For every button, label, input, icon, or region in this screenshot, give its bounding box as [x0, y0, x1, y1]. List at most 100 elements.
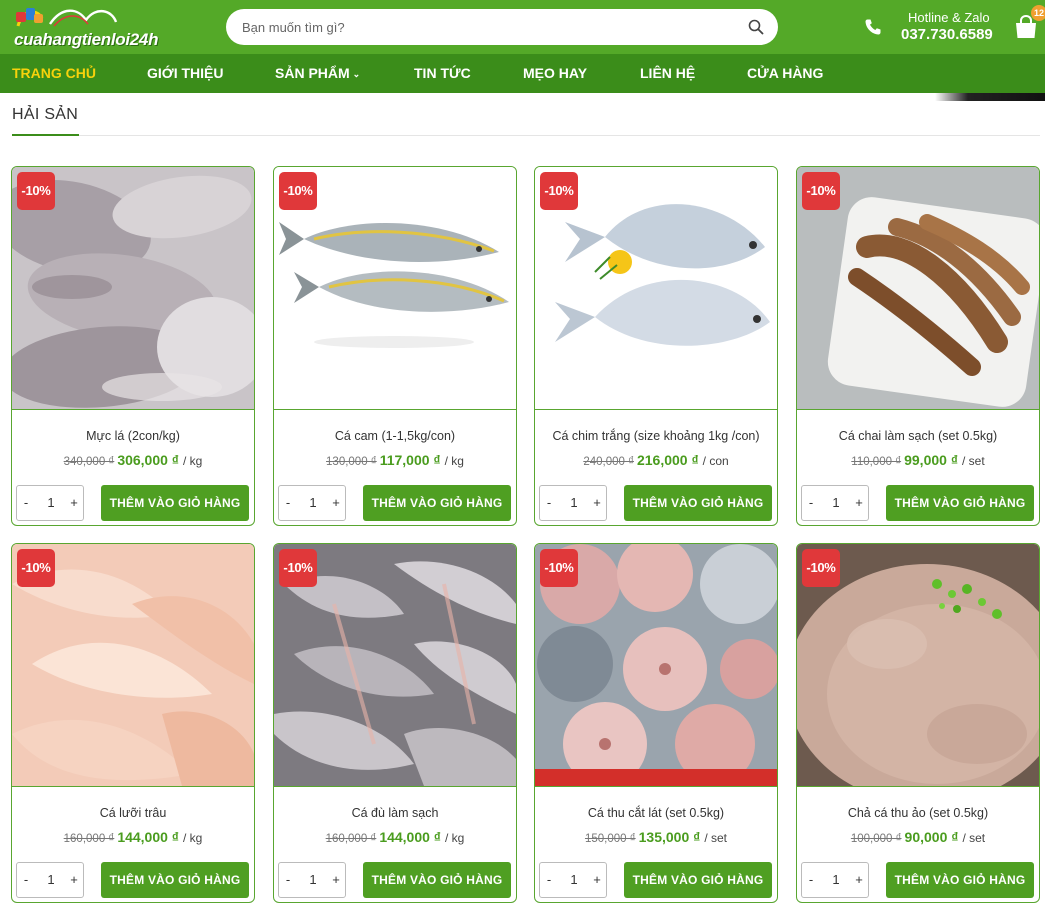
quantity-stepper: -1 +	[278, 485, 346, 521]
qty-decrease-button[interactable]: -	[802, 486, 820, 520]
cart-count-badge: 12	[1031, 5, 1045, 21]
quantity-stepper: -1 +	[16, 485, 84, 521]
product-card[interactable]: -10% Cá cam (1-1,5kg/con) 130,000 ₫ 117,0…	[273, 166, 517, 526]
add-to-cart-button[interactable]: THÊM VÀO GIỎ HÀNG	[886, 485, 1034, 521]
qty-value[interactable]: 1	[39, 486, 63, 520]
qty-decrease-button[interactable]: -	[279, 863, 297, 897]
product-name[interactable]: Cá cam (1-1,5kg/con)	[274, 429, 516, 443]
chevron-down-icon: ⌄	[352, 69, 361, 79]
card-divider	[274, 786, 516, 787]
hotline-label: Hotline & Zalo	[908, 10, 990, 25]
price-row: 130,000 ₫ 117,000 ₫ / kg	[274, 452, 516, 470]
qty-decrease-button[interactable]: -	[802, 863, 820, 897]
qty-increase-button[interactable]: +	[850, 486, 868, 520]
qty-decrease-button[interactable]: -	[540, 863, 558, 897]
product-name[interactable]: Chả cá thu ảo (set 0.5kg)	[797, 806, 1039, 820]
add-to-cart-button[interactable]: THÊM VÀO GIỎ HÀNG	[101, 485, 249, 521]
price-row: 240,000 ₫ 216,000 ₫ / con	[535, 452, 777, 470]
add-to-cart-button[interactable]: THÊM VÀO GIỎ HÀNG	[624, 485, 772, 521]
qty-value[interactable]: 1	[562, 863, 586, 897]
nav-item-contact[interactable]: LIÊN HỆ	[640, 54, 695, 93]
old-price: 160,000 ₫	[325, 833, 377, 845]
section-divider	[12, 135, 1040, 136]
product-card[interactable]: -10% Cá đù làm sạch 160,000 ₫ 144,000 ₫ / …	[273, 543, 517, 903]
price-unit: / kg	[445, 831, 465, 845]
qty-increase-button[interactable]: +	[588, 486, 606, 520]
nav-item-home[interactable]: TRANG CHỦ	[12, 54, 96, 93]
nav-item-news[interactable]: TIN TỨC	[414, 54, 471, 93]
section-title-underline	[12, 134, 79, 136]
qty-value[interactable]: 1	[301, 486, 325, 520]
price-unit: / kg	[183, 454, 203, 468]
add-to-cart-button[interactable]: THÊM VÀO GIỎ HÀNG	[363, 485, 511, 521]
qty-value[interactable]: 1	[39, 863, 63, 897]
product-name[interactable]: Cá chim trắng (size khoảng 1kg /con)	[535, 429, 777, 443]
qty-decrease-button[interactable]: -	[279, 486, 297, 520]
product-name[interactable]: Mực lá (2con/kg)	[12, 429, 254, 443]
quantity-stepper: -1 +	[801, 485, 869, 521]
qty-increase-button[interactable]: +	[588, 863, 606, 897]
qty-value[interactable]: 1	[824, 486, 848, 520]
site-logo[interactable]: cuahangtienloi24h	[12, 4, 172, 52]
qty-increase-button[interactable]: +	[850, 863, 868, 897]
sale-price: 144,000 ₫	[379, 829, 441, 845]
nav-item-store[interactable]: CỬA HÀNG	[747, 54, 823, 93]
product-card[interactable]: -10% Cá chai làm sạch (set 0.5kg) 110,00…	[796, 166, 1040, 526]
qty-decrease-button[interactable]: -	[17, 863, 35, 897]
discount-badge: -10%	[17, 549, 55, 587]
phone-icon[interactable]	[864, 18, 882, 36]
card-divider	[797, 786, 1039, 787]
old-price: 240,000 ₫	[583, 456, 634, 468]
add-to-cart-button[interactable]: THÊM VÀO GIỎ HÀNG	[624, 862, 772, 898]
price-row: 160,000 ₫ 144,000 ₫ / kg	[12, 829, 254, 847]
qty-decrease-button[interactable]: -	[540, 486, 558, 520]
product-name[interactable]: Cá lưỡi trâu	[12, 806, 254, 820]
nav-item-tips[interactable]: MẸO HAY	[523, 54, 587, 93]
product-name[interactable]: Cá thu cắt lát (set 0.5kg)	[535, 806, 777, 820]
price-row: 100,000 ₫ 90,000 ₫ / set	[797, 829, 1039, 847]
product-name[interactable]: Cá chai làm sạch (set 0.5kg)	[797, 429, 1039, 443]
qty-decrease-button[interactable]: -	[17, 486, 35, 520]
discount-badge: -10%	[17, 172, 55, 210]
nav-label: SẢN PHẨM	[275, 65, 350, 81]
logo-text: cuahangtienloi24h	[14, 30, 159, 49]
qty-increase-button[interactable]: +	[327, 863, 345, 897]
product-card[interactable]: -10% Cá lưỡi trâu 160,000 ₫ 144,000 ₫ / kg…	[11, 543, 255, 903]
qty-value[interactable]: 1	[301, 863, 325, 897]
qty-increase-button[interactable]: +	[65, 486, 83, 520]
nav-label: CỬA HÀNG	[747, 65, 824, 81]
card-divider	[274, 409, 516, 410]
price-unit: / kg	[444, 454, 464, 468]
qty-increase-button[interactable]: +	[327, 486, 345, 520]
sale-price: 99,000 ₫	[904, 452, 959, 468]
price-row: 150,000 ₫ 135,000 ₫ / set	[535, 829, 777, 847]
nav-item-about[interactable]: GIỚI THIỆU	[147, 54, 224, 93]
old-price: 160,000 ₫	[63, 833, 115, 845]
price-row: 110,000 ₫ 99,000 ₫ / set	[797, 452, 1039, 470]
add-to-cart-button[interactable]: THÊM VÀO GIỎ HÀNG	[101, 862, 249, 898]
add-to-cart-button[interactable]: THÊM VÀO GIỎ HÀNG	[886, 862, 1034, 898]
price-unit: / set	[962, 831, 986, 845]
product-card[interactable]: -10% Mực lá (2con/kg) 340,000 ₫ 306,000 ₫…	[11, 166, 255, 526]
sale-price: 216,000 ₫	[636, 452, 699, 468]
qty-value[interactable]: 1	[824, 863, 848, 897]
price-row: 340,000 ₫ 306,000 ₫ / kg	[12, 452, 254, 470]
old-price: 110,000 ₫	[851, 456, 902, 468]
product-card[interactable]: -10% Cá chim trắng (size khoảng 1kg /con…	[534, 166, 778, 526]
hotline-number[interactable]: 037.730.6589	[901, 26, 993, 43]
product-card[interactable]: -10% Chả cá thu ảo (set 0.5kg) 100,000 ₫…	[796, 543, 1040, 903]
search-icon[interactable]	[748, 19, 764, 35]
nav-item-products[interactable]: SẢN PHẨM ⌄	[275, 54, 360, 93]
qty-increase-button[interactable]: +	[65, 863, 83, 897]
card-divider	[535, 409, 777, 410]
quantity-stepper: -1 +	[278, 862, 346, 898]
product-card[interactable]: -10% Cá thu cắt lát (set 0.5kg) 150,000 …	[534, 543, 778, 903]
product-name[interactable]: Cá đù làm sạch	[274, 806, 516, 820]
banner-edge	[935, 93, 1045, 101]
old-price: 340,000 ₫	[63, 456, 115, 468]
qty-value[interactable]: 1	[562, 486, 586, 520]
old-price: 150,000 ₫	[584, 833, 636, 845]
add-to-cart-button[interactable]: THÊM VÀO GIỎ HÀNG	[363, 862, 511, 898]
search-input[interactable]	[242, 9, 742, 45]
discount-badge: -10%	[540, 549, 578, 587]
